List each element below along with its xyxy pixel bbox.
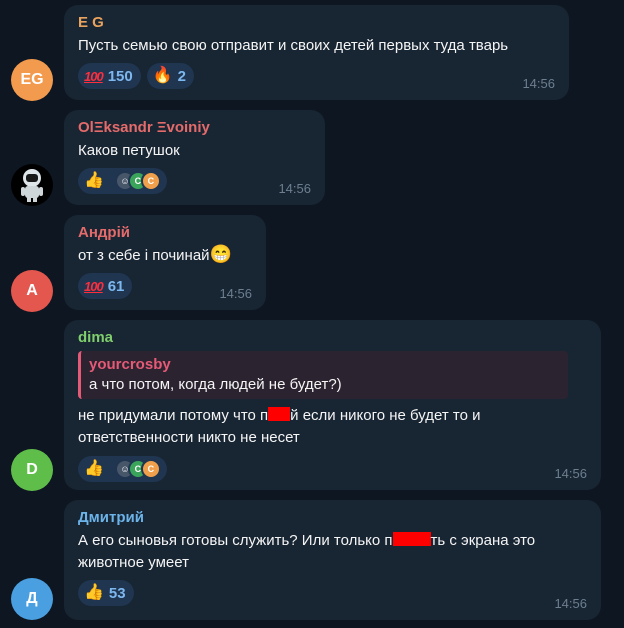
message-time: 14:56: [219, 286, 252, 301]
avatar[interactable]: EG: [11, 59, 53, 101]
message-text-part: ть с экрана это: [430, 532, 536, 549]
reactions-bar: 100 150 🔥 2: [78, 63, 555, 89]
message-text: не придумали потому что п й если никого н…: [78, 405, 587, 427]
message-text-row: от з себе і починай😁: [78, 245, 252, 267]
hundred-points-icon: 100: [84, 68, 104, 84]
reactions-bar: 👍 53: [78, 580, 587, 606]
thumbs-up-icon: 👍: [84, 584, 104, 601]
grinning-face-icon: 😁: [209, 244, 232, 264]
reaction-hundred[interactable]: 100 61: [78, 273, 133, 299]
avatar[interactable]: A: [11, 270, 53, 312]
reaction-count: 2: [177, 67, 186, 85]
reaction-count: 53: [108, 584, 126, 602]
reaction-thumbs-up[interactable]: 👍 53: [78, 580, 134, 606]
message-time: 14:56: [522, 76, 555, 91]
reactors-stack: ☺ C C: [114, 459, 161, 479]
message-text: А его сыновья готовы служить? Или только…: [78, 530, 587, 552]
message-text: Каков петушок: [78, 142, 180, 159]
hundred-points-icon: 100: [84, 278, 104, 294]
sender-name[interactable]: E G: [78, 13, 555, 33]
message-text-line: животное умеет: [78, 554, 189, 571]
reaction-count: 61: [107, 277, 125, 295]
fire-icon: 🔥: [152, 67, 173, 84]
message-text: Пусть семью свою отправит и своих детей …: [78, 37, 509, 54]
reactions-bar: 👍 ☺ C C: [78, 456, 587, 482]
message-text-part: й если никого не будет то и: [290, 407, 481, 424]
message-text-line: ответственности никто не несет: [78, 429, 300, 446]
message-time: 14:56: [554, 466, 587, 481]
message-bubble: Дмитрий А его сыновья готовы служить? Ил…: [64, 500, 601, 620]
reaction-fire[interactable]: 🔥 2: [146, 63, 194, 89]
message-time: 14:56: [554, 596, 587, 611]
reactor-avatar: C: [140, 171, 161, 191]
message-text: от з себе і починай: [78, 247, 210, 264]
message-bubble: OlΞksandr Ξvoiniy Каков петушок 👍 ☺ C C …: [64, 110, 325, 205]
reactions-bar: 👍 ☺ C C: [78, 168, 311, 194]
message-bubble: Андрій от з себе і починай😁 100 61 14:56: [64, 215, 266, 310]
message-bubble: E G Пусть семью свою отправит и своих де…: [64, 5, 569, 100]
reactors-stack: ☺ C C: [114, 171, 161, 191]
thumbs-up-icon: 👍: [84, 460, 104, 477]
reaction-hundred[interactable]: 100 150: [78, 63, 141, 89]
sender-name[interactable]: dima: [78, 328, 587, 348]
reaction-count: 150: [107, 67, 133, 85]
astronaut-avatar-icon[interactable]: [11, 164, 53, 206]
sender-name[interactable]: OlΞksandr Ξvoiniy: [78, 118, 311, 138]
message-text-part: не придумали потому что п: [78, 407, 269, 424]
reaction-thumbs-up[interactable]: 👍 ☺ C C: [78, 168, 167, 194]
message-bubble: dima yourcrosby а что потом, когда людей…: [64, 320, 601, 490]
message-text-part: А его сыновья готовы служить? Или только…: [78, 532, 393, 549]
reaction-thumbs-up[interactable]: 👍 ☺ C C: [78, 456, 167, 482]
redaction-mark: [392, 532, 431, 546]
reply-text: а что потом, когда людей не будет?): [89, 376, 342, 393]
redaction-mark: [268, 407, 291, 421]
sender-name[interactable]: Дмитрий: [78, 508, 587, 528]
avatar[interactable]: D: [11, 449, 53, 491]
sender-name[interactable]: Андрій: [78, 223, 252, 243]
avatar[interactable]: Д: [11, 578, 53, 620]
reply-sender: yourcrosby: [89, 356, 171, 373]
reactor-avatar: C: [140, 459, 161, 479]
message-time: 14:56: [278, 181, 311, 196]
thumbs-up-icon: 👍: [84, 172, 104, 189]
reply-quote[interactable]: yourcrosby а что потом, когда людей не б…: [78, 351, 568, 399]
